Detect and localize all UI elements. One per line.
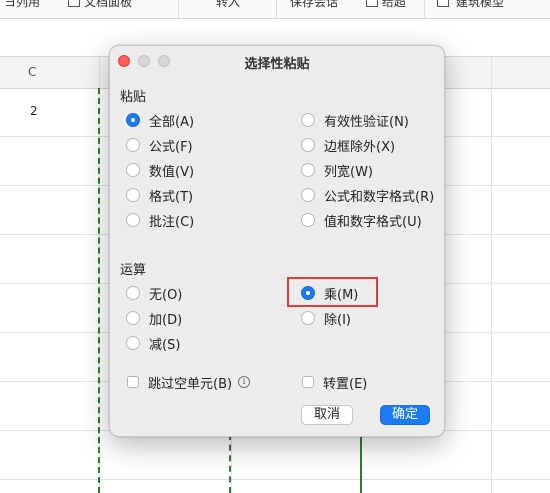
radio-selected[interactable] bbox=[126, 113, 140, 127]
paste-option-all[interactable]: 全部(A) bbox=[126, 111, 194, 130]
transpose-label: 转置(E) bbox=[323, 376, 368, 392]
toolbar-divider bbox=[424, 0, 425, 18]
dialog-title: 选择性粘贴 bbox=[244, 57, 310, 72]
toolbar-item[interactable]: 文档面板 bbox=[84, 0, 132, 10]
grid-line bbox=[0, 479, 550, 480]
operation-option-divide[interactable]: 除(I) bbox=[301, 309, 351, 328]
radio[interactable] bbox=[301, 163, 315, 177]
radio[interactable] bbox=[126, 188, 140, 202]
toolbar-item[interactable]: 建筑模型 bbox=[456, 0, 504, 10]
radio[interactable] bbox=[126, 138, 140, 152]
toolbar-item[interactable]: 给超 bbox=[382, 0, 406, 10]
toolbar-item[interactable]: ヨ列用 bbox=[4, 0, 40, 10]
radio[interactable] bbox=[126, 336, 140, 350]
paste-option-formulas-number-formats[interactable]: 公式和数字格式(R) bbox=[301, 186, 434, 205]
lock-icon bbox=[366, 0, 378, 7]
cancel-button[interactable]: 取消 bbox=[301, 405, 353, 425]
paste-option-column-widths[interactable]: 列宽(W) bbox=[301, 161, 373, 180]
radio[interactable] bbox=[301, 113, 315, 127]
toolbar-divider bbox=[276, 0, 277, 18]
radio[interactable] bbox=[301, 188, 315, 202]
radio[interactable] bbox=[301, 138, 315, 152]
toolbar-item[interactable]: 保存会话 bbox=[290, 0, 338, 10]
toolbar-item[interactable]: 转入 bbox=[216, 0, 240, 10]
radio[interactable] bbox=[126, 311, 140, 325]
grid-line bbox=[491, 57, 492, 493]
info-icon[interactable]: i bbox=[238, 376, 251, 388]
dialog-titlebar[interactable]: 选择性粘贴 bbox=[110, 46, 444, 76]
model-icon bbox=[437, 0, 449, 7]
operation-option-none[interactable]: 无(O) bbox=[126, 284, 182, 303]
skip-blanks-checkbox[interactable] bbox=[127, 376, 139, 388]
paste-option-validation[interactable]: 有效性验证(N) bbox=[301, 111, 409, 130]
column-letter-c[interactable]: C bbox=[28, 65, 36, 79]
radio[interactable] bbox=[126, 286, 140, 300]
paste-option-comments[interactable]: 批注(C) bbox=[126, 211, 194, 230]
copy-marquee-border bbox=[98, 88, 100, 493]
transpose-checkbox-row[interactable]: 转置(E) bbox=[302, 373, 368, 392]
radio[interactable] bbox=[301, 213, 315, 227]
operation-option-add[interactable]: 加(D) bbox=[126, 309, 182, 328]
ribbon-toolbar: ヨ列用 文档面板 转入 保存会话 给超 建筑模型 bbox=[0, 0, 550, 19]
document-icon bbox=[68, 0, 80, 7]
copy-marquee-border bbox=[229, 434, 231, 493]
ok-button[interactable]: 确定 bbox=[380, 405, 430, 425]
toolbar-divider bbox=[178, 0, 179, 18]
skip-blanks-label: 跳过空单元(B) bbox=[148, 376, 233, 392]
paste-special-dialog: 选择性粘贴 粘贴 全部(A) 公式(F) 数值(V) 格式(T) 批注(C) 有… bbox=[109, 45, 445, 437]
operation-option-multiply[interactable]: 乘(M) bbox=[301, 284, 358, 303]
radio[interactable] bbox=[126, 213, 140, 227]
radio[interactable] bbox=[126, 163, 140, 177]
paste-option-formats[interactable]: 格式(T) bbox=[126, 186, 193, 205]
selection-border bbox=[360, 434, 362, 493]
operation-section-label: 运算 bbox=[120, 263, 147, 278]
radio[interactable] bbox=[301, 311, 315, 325]
paste-section-label: 粘贴 bbox=[120, 90, 147, 105]
paste-option-formulas[interactable]: 公式(F) bbox=[126, 136, 193, 155]
paste-option-all-except-borders[interactable]: 边框除外(X) bbox=[301, 136, 395, 155]
radio-selected[interactable] bbox=[301, 286, 315, 300]
skip-blanks-checkbox-row[interactable]: 跳过空单元(B) i bbox=[127, 373, 251, 392]
operation-option-subtract[interactable]: 减(S) bbox=[126, 334, 180, 353]
transpose-checkbox[interactable] bbox=[302, 376, 314, 388]
cell-c-value[interactable]: 2 bbox=[30, 104, 38, 118]
paste-option-values[interactable]: 数值(V) bbox=[126, 161, 194, 180]
paste-option-values-number-formats[interactable]: 值和数字格式(U) bbox=[301, 211, 422, 230]
